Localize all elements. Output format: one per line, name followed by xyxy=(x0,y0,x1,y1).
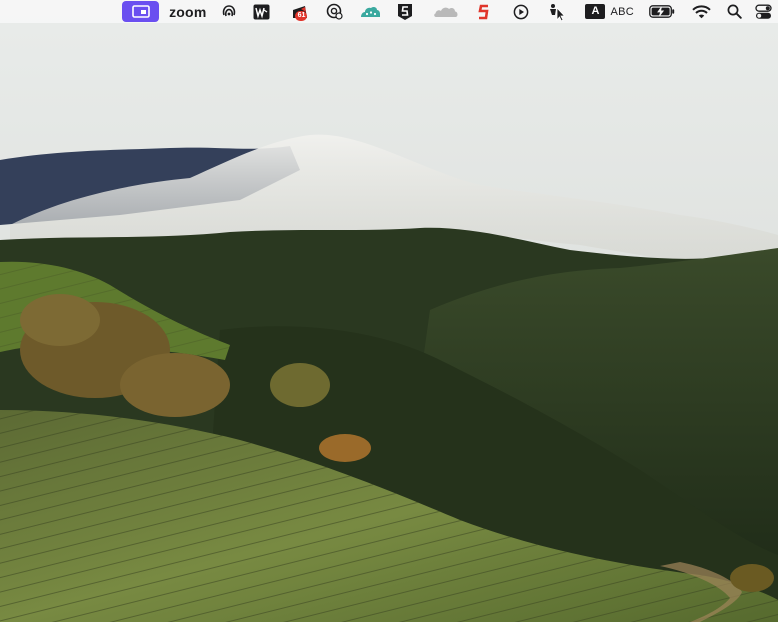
cloud-app-icon xyxy=(361,6,381,17)
wallpaper-image xyxy=(0,0,778,622)
wps-office-menu-extra[interactable] xyxy=(253,0,270,23)
battery-charging-icon xyxy=(649,5,675,18)
input-source-icon: A xyxy=(585,4,606,19)
wps-office-icon xyxy=(253,4,270,19)
play-circle-icon xyxy=(514,4,529,19)
menu-bar: zoom 61 A ABC xyxy=(0,0,778,23)
spotlight-search-icon xyxy=(727,4,742,19)
battery-menu-extra[interactable] xyxy=(649,0,675,23)
airpods-icon xyxy=(223,4,236,16)
vpn-shield-icon xyxy=(327,3,344,20)
airpods-menu-extra[interactable] xyxy=(221,0,237,23)
wifi-menu-extra[interactable] xyxy=(692,0,711,23)
input-source-menu-extra[interactable]: A ABC xyxy=(585,0,634,23)
screen-share-icon xyxy=(122,1,160,22)
control-center-icon xyxy=(755,4,772,19)
accessibility-cursor-icon xyxy=(550,3,566,21)
s-app-icon xyxy=(478,4,489,19)
s-app-menu-extra[interactable] xyxy=(477,0,491,23)
desktop-wallpaper xyxy=(0,0,778,622)
control-center-menu-extra[interactable] xyxy=(755,0,772,23)
scrivener-menu-extra[interactable] xyxy=(397,0,413,23)
vpn-menu-extra[interactable] xyxy=(326,0,344,23)
zoom-app-icon: zoom xyxy=(169,3,207,20)
input-source-label: ABC xyxy=(610,5,634,18)
wifi-icon xyxy=(692,4,711,18)
soundcloud-menu-extra[interactable] xyxy=(433,0,459,23)
screen-share-menu-extra[interactable] xyxy=(122,0,160,23)
scrivener-icon xyxy=(398,3,413,20)
accessibility-menu-extra[interactable] xyxy=(549,0,566,23)
calendar-badge: 61 xyxy=(295,11,308,21)
cloud-app-menu-extra[interactable] xyxy=(359,0,381,23)
spotlight-menu-extra[interactable] xyxy=(727,0,742,23)
zoom-menu-extra[interactable]: zoom xyxy=(169,0,206,23)
soundcloud-icon xyxy=(434,7,458,17)
media-player-menu-extra[interactable] xyxy=(513,0,529,23)
calendar-menu-extra[interactable]: 61 xyxy=(290,0,310,23)
